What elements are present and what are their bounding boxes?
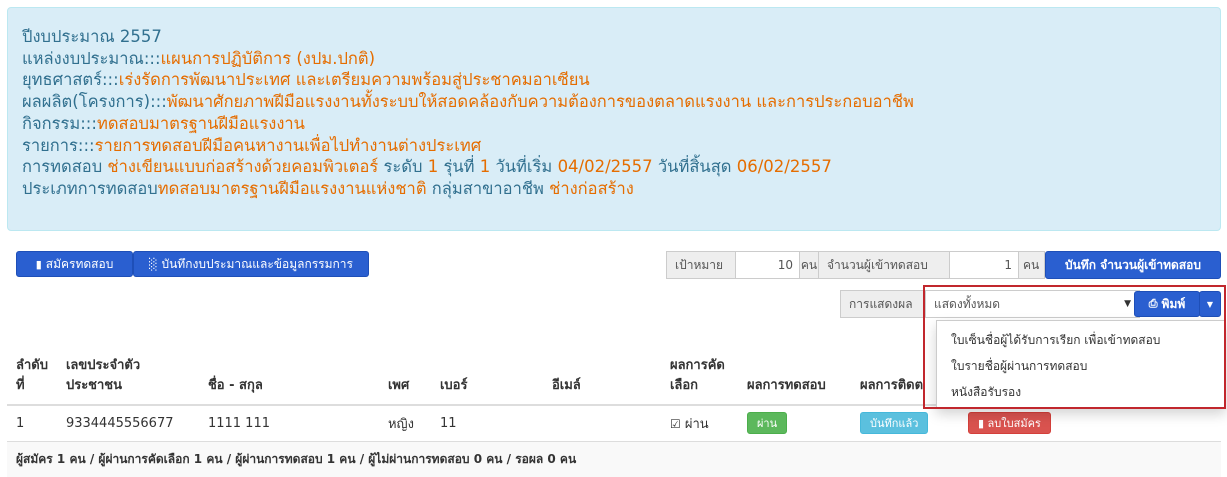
- col-name: ชื่อ - สกุล: [198, 345, 379, 406]
- menu-item-sign-sheet[interactable]: ใบเซ็นชื่อผู้ได้รับการเรียก เพื่อเข้าทดส…: [937, 327, 1225, 353]
- menu-item-certificate[interactable]: หนังสือรับรอง: [937, 379, 1225, 405]
- test-type: ประเภทการทดสอบทดสอบมาตรฐานฝีมือแรงงานแห่…: [22, 178, 634, 198]
- col-selection: ผลการคัดเลือก: [660, 345, 738, 406]
- cell-follow: บันทึกแล้ว: [850, 404, 959, 441]
- cell-result: ผ่าน: [737, 404, 851, 441]
- test-details: การทดสอบ ช่างเขียนแบบก่อสร้างด้วยคอมพิวเ…: [22, 157, 832, 177]
- fiscal-year: ปีงบประมาณ 2557: [22, 27, 162, 46]
- display-select[interactable]: แสดงทั้งหมด ▼: [925, 290, 1140, 318]
- cell-email: [542, 404, 661, 441]
- count-unit: คน: [1018, 251, 1045, 279]
- col-sex: เพศ: [378, 345, 431, 406]
- col-id: เลขประจำตัวประชาชน: [56, 345, 199, 406]
- file-icon: ▮: [35, 257, 42, 271]
- print-dropdown-menu: ใบเซ็นชื่อผู้ได้รับการเรียก เพื่อเข้าทดส…: [936, 320, 1226, 408]
- caret-down-icon: ▼: [1206, 299, 1214, 309]
- target-unit: คน: [799, 251, 819, 279]
- summary-text: ผู้สมัคร 1 คน / ผู้ผ่านการคัดเลือก 1 คน …: [7, 440, 1221, 477]
- save-budget-button[interactable]: ░ บันทึกงบประมาณและข้อมูลกรรมการ: [133, 251, 369, 277]
- checkbox-checked-icon: ☑: [669, 416, 681, 431]
- bar-chart-icon: ░: [149, 257, 158, 271]
- col-no: ลำดับที่: [7, 345, 57, 406]
- target-label: เป้าหมาย: [666, 251, 736, 279]
- print-button[interactable]: ⎙ พิมพ์: [1134, 291, 1200, 317]
- print-icon: ⎙: [1148, 297, 1158, 310]
- col-result: ผลการทดสอบ: [737, 345, 851, 406]
- caret-down-icon: ▼: [1124, 299, 1131, 309]
- cell-no: 1: [7, 404, 57, 441]
- result-pass-button[interactable]: ผ่าน: [746, 412, 788, 435]
- cell-sex: หญิง: [378, 404, 431, 441]
- table-row: 1 9334445556677 1111 111 หญิง 11 ☑ ผ่าน …: [7, 404, 1221, 441]
- display-label: การแสดงผล: [840, 290, 926, 318]
- apply-test-button[interactable]: ▮ สมัครทดสอบ: [16, 251, 133, 277]
- output-project: ผลผลิต(โครงการ):::พัฒนาศักยภาพฝีมือแรงงา…: [22, 92, 914, 112]
- test-info-panel: ปีงบประมาณ 2557 แหล่งงบประมาณ:::แผนการปฏ…: [7, 7, 1221, 231]
- activity: กิจกรรม:::ทดสอบมาตรฐานฝีมือแรงงาน: [22, 113, 305, 133]
- save-count-button[interactable]: บันทึก จำนวนผู้เข้าทดสอบ: [1045, 251, 1221, 279]
- trash-icon: ▮: [977, 417, 985, 431]
- strategy: ยุทธศาสตร์:::เร่งรัดการพัฒนาประเทศ และเต…: [22, 70, 590, 90]
- col-phone: เบอร์: [430, 345, 543, 406]
- count-input[interactable]: 1: [949, 251, 1019, 279]
- follow-saved-button[interactable]: บันทึกแล้ว: [859, 412, 929, 435]
- cell-selection: ☑ ผ่าน: [660, 404, 738, 441]
- item: รายการ:::รายการทดสอบฝีมือคนหางานเพื่อไปท…: [22, 135, 482, 155]
- cell-id: 9334445556677: [56, 404, 199, 441]
- print-dropdown-toggle[interactable]: ▼: [1199, 291, 1221, 317]
- cell-actions: ▮ ลบใบสมัคร: [958, 404, 1221, 441]
- budget-source: แหล่งงบประมาณ:::แผนการปฏิบัติการ (งปม.ปก…: [22, 48, 376, 68]
- delete-application-button[interactable]: ▮ ลบใบสมัคร: [967, 412, 1051, 435]
- cell-phone: 11: [430, 404, 543, 441]
- col-email: อีเมล์: [542, 345, 661, 406]
- target-value: 10: [735, 251, 800, 279]
- summary-row: ผู้สมัคร 1 คน / ผู้ผ่านการคัดเลือก 1 คน …: [7, 440, 1221, 477]
- cell-name: 1111 111: [198, 404, 379, 441]
- menu-item-pass-list[interactable]: ใบรายชื่อผู้ผ่านการทดสอบ: [937, 353, 1225, 379]
- count-label: จำนวนผู้เข้าทดสอบ: [818, 251, 950, 279]
